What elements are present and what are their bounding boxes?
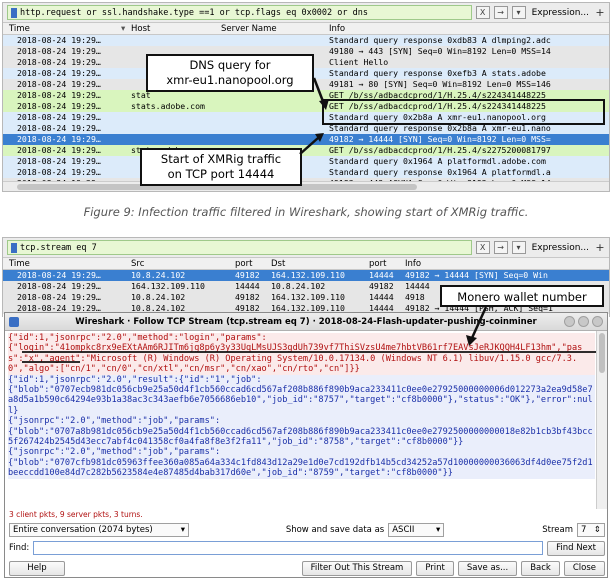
wallet-arrow-head (466, 335, 477, 346)
wallet-annotation (22, 306, 596, 363)
wallet-arrow-line (470, 306, 488, 339)
